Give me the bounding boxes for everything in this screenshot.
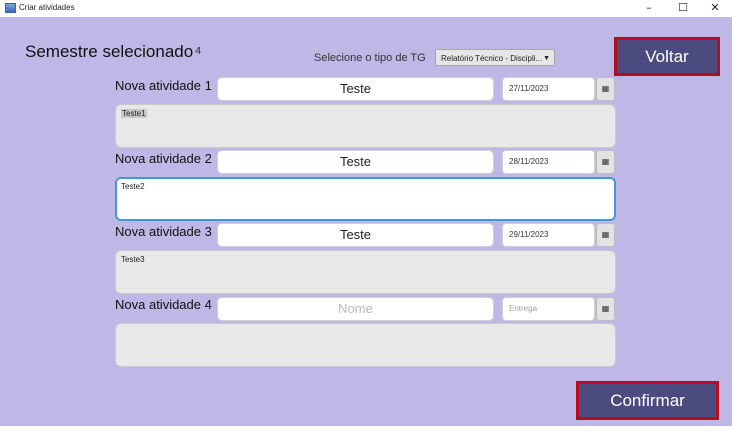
activity-1-description[interactable]: Teste1 [115, 104, 616, 148]
maximize-icon[interactable]: ☐ [666, 0, 700, 17]
close-icon[interactable]: ✕ [698, 0, 732, 17]
voltar-button[interactable]: Voltar [614, 37, 720, 76]
activity-1-description-text: Teste1 [121, 109, 147, 118]
activity-2-description-text: Teste2 [121, 182, 145, 191]
semestre-label: Semestre selecionado [25, 42, 194, 61]
activity-3-name-input[interactable]: Teste [217, 223, 494, 247]
activity-2-description[interactable]: Teste2 [115, 177, 616, 221]
semestre-value: 4 [195, 46, 202, 57]
activity-4-name-input[interactable]: Nome [217, 297, 494, 321]
main-panel: Semestre selecionado 4 Selecione o tipo … [0, 17, 732, 426]
activity-1-label: Nova atividade 1 [115, 78, 212, 93]
activity-1-name-input[interactable]: Teste [217, 77, 494, 101]
window-bottom-edge [0, 426, 732, 432]
confirmar-button[interactable]: Confirmar [576, 381, 719, 420]
activity-1-date-input[interactable]: 27/11/2023 [502, 77, 595, 101]
activity-4-date-input[interactable]: Entrega [502, 297, 595, 321]
app-icon [5, 3, 16, 13]
activity-4-description[interactable] [115, 323, 616, 367]
chevron-down-icon: ▼ [543, 55, 550, 62]
activity-2-label: Nova atividade 2 [115, 151, 212, 166]
calendar-icon[interactable]: ▦ [596, 150, 615, 174]
activity-2-name-input[interactable]: Teste [217, 150, 494, 174]
title-bar: Criar atividades – ☐ ✕ [0, 0, 732, 17]
activity-4-label: Nova atividade 4 [115, 297, 212, 312]
calendar-icon[interactable]: ▦ [596, 297, 615, 321]
activity-3-label: Nova atividade 3 [115, 224, 212, 239]
tipo-tg-label: Selecione o tipo de TG [314, 52, 426, 64]
minimize-icon[interactable]: – [632, 0, 666, 17]
window-title: Criar atividades [19, 3, 75, 12]
activity-3-description-text: Teste3 [121, 255, 145, 264]
tipo-tg-selected: Relatório Técnico - Discipli... [441, 54, 543, 63]
activity-2-date-input[interactable]: 28/11/2023 [502, 150, 595, 174]
calendar-icon[interactable]: ▦ [596, 223, 615, 247]
activity-3-date-input[interactable]: 29/11/2023 [502, 223, 595, 247]
tipo-tg-select[interactable]: Relatório Técnico - Discipli... ▼ [435, 49, 555, 66]
activity-3-description[interactable]: Teste3 [115, 250, 616, 294]
calendar-icon[interactable]: ▦ [596, 77, 615, 101]
